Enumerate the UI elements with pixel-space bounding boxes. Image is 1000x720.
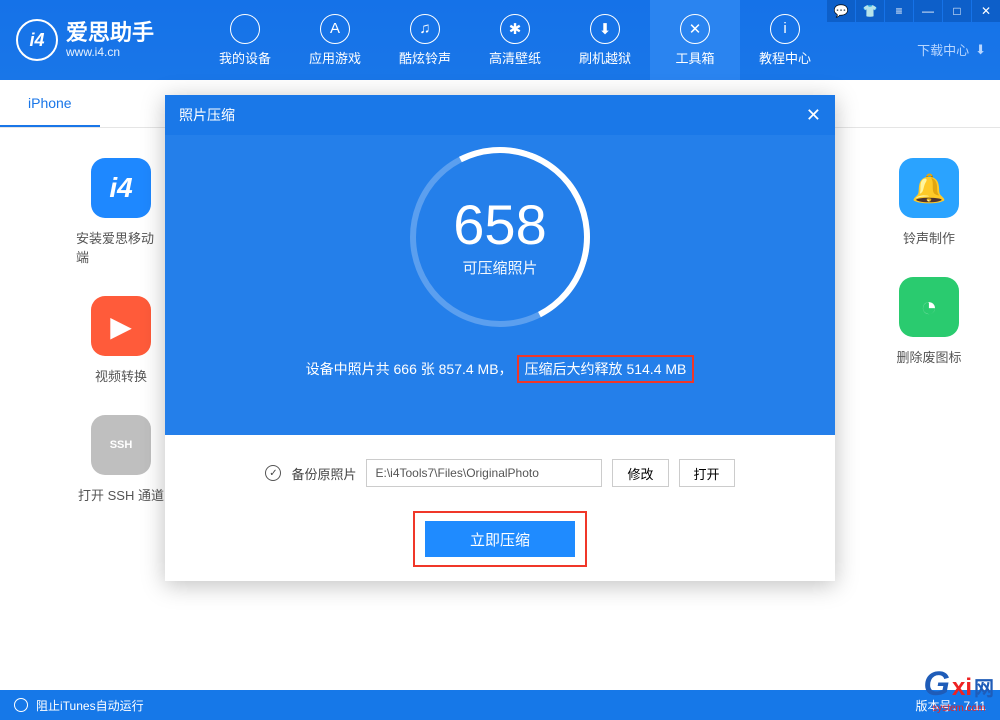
tool-install-mobile[interactable]: i4 安装爱思移动端 <box>76 158 166 266</box>
tool-video-convert[interactable]: ▶ 视频转换 <box>91 296 151 385</box>
status-text: 阻止iTunes自动运行 <box>36 697 144 714</box>
nav-apps[interactable]: A 应用游戏 <box>290 0 380 80</box>
modify-button[interactable]: 修改 <box>612 459 668 487</box>
backup-path-input[interactable] <box>366 459 602 487</box>
nav-label: 我的设备 <box>219 48 271 67</box>
nav-wallpaper[interactable]: ✱ 高清壁纸 <box>470 0 560 80</box>
watermark-xi: xi <box>952 675 972 701</box>
info-icon: i <box>770 14 800 44</box>
app-title: 爱思助手 <box>66 21 154 45</box>
apple-icon <box>230 14 260 44</box>
nav-toolbox[interactable]: ✕ 工具箱 <box>650 0 740 80</box>
nav-label: 高清壁纸 <box>489 48 541 67</box>
tab-iphone[interactable]: iPhone <box>0 80 100 127</box>
menu-icon[interactable]: ≡ <box>885 0 913 22</box>
compressible-label: 可压缩照片 <box>453 257 546 278</box>
summary-prefix: 设备中照片共 666 张 857.4 MB， <box>306 359 513 379</box>
nav-ringtones[interactable]: ♫ 酷炫铃声 <box>380 0 470 80</box>
tools-left-column: i4 安装爱思移动端 ▶ 视频转换 SSH 打开 SSH 通道 <box>76 158 166 504</box>
watermark-net: 网 <box>974 678 994 700</box>
check-icon[interactable]: ✓ <box>265 465 281 481</box>
i4-icon: i4 <box>91 158 151 218</box>
compress-now-button[interactable]: 立即压缩 <box>425 521 575 557</box>
download-icon: ⬇ <box>975 42 986 58</box>
play-icon: ▶ <box>91 296 151 356</box>
main-nav: 我的设备 A 应用游戏 ♫ 酷炫铃声 ✱ 高清壁纸 ⬇ 刷机越狱 ✕ 工具箱 i 教程中心 <box>200 0 830 80</box>
toggle-icon <box>14 698 28 712</box>
dialog-actions-panel: ✓ 备份原照片 修改 打开 立即压缩 <box>165 435 835 567</box>
backup-row: ✓ 备份原照片 修改 打开 <box>265 459 734 487</box>
dialog-title: 照片压缩 <box>179 105 235 125</box>
tool-label: 安装爱思移动端 <box>76 228 166 266</box>
tools-right-column: 🔔 铃声制作 ◔ 删除废图标 <box>884 158 974 366</box>
nav-my-device[interactable]: 我的设备 <box>200 0 290 80</box>
nav-label: 应用游戏 <box>309 48 361 67</box>
apps-icon: A <box>320 14 350 44</box>
compress-highlight: 立即压缩 <box>413 511 587 567</box>
minimize-button[interactable]: — <box>914 0 942 22</box>
photo-compress-dialog: 照片压缩 ✕ 658 可压缩照片 设备中照片共 666 张 857.4 MB， … <box>165 95 835 581</box>
tool-ssh[interactable]: SSH 打开 SSH 通道 <box>78 415 164 504</box>
backup-label: 备份原照片 <box>291 464 356 483</box>
nav-tutorials[interactable]: i 教程中心 <box>740 0 830 80</box>
nav-label: 酷炫铃声 <box>399 48 451 67</box>
dialog-close-button[interactable]: ✕ <box>806 105 821 126</box>
app-header: i4 爱思助手 www.i4.cn 我的设备 A 应用游戏 ♫ 酷炫铃声 ✱ 高清壁纸… <box>0 0 1000 80</box>
maximize-button[interactable]: □ <box>943 0 971 22</box>
music-icon: ♫ <box>410 14 440 44</box>
compressible-count: 658 <box>453 197 546 253</box>
nav-label: 刷机越狱 <box>579 48 631 67</box>
close-button[interactable]: ✕ <box>972 0 1000 22</box>
status-bar: 阻止iTunes自动运行 版本号：7.11 <box>0 690 1000 720</box>
tools-icon: ✕ <box>680 14 710 44</box>
skin-icon[interactable]: 👕 <box>856 0 884 22</box>
open-button[interactable]: 打开 <box>679 459 735 487</box>
app-subtitle: www.i4.cn <box>66 45 154 59</box>
tool-clean-icons[interactable]: ◔ 删除废图标 <box>896 277 961 366</box>
bell-icon: 🔔 <box>899 158 959 218</box>
summary-text: 设备中照片共 666 张 857.4 MB， 压缩后大约释放 514.4 MB <box>306 355 695 383</box>
nav-label: 工具箱 <box>675 48 714 67</box>
watermark-g: G <box>924 666 950 703</box>
chat-icon[interactable]: 💬 <box>827 0 855 22</box>
progress-circle: 658 可压缩照片 <box>410 147 590 327</box>
dialog-summary-panel: 658 可压缩照片 设备中照片共 666 张 857.4 MB， 压缩后大约释放… <box>165 135 835 435</box>
tool-label: 删除废图标 <box>896 347 961 366</box>
window-controls: 💬 👕 ≡ — □ ✕ <box>826 0 1000 22</box>
summary-highlight: 压缩后大约释放 514.4 MB <box>517 355 695 383</box>
nav-flash[interactable]: ⬇ 刷机越狱 <box>560 0 650 80</box>
status-left[interactable]: 阻止iTunes自动运行 <box>14 697 144 714</box>
nav-label: 教程中心 <box>759 48 811 67</box>
download-icon: ⬇ <box>590 14 620 44</box>
clean-icon: ◔ <box>899 277 959 337</box>
watermark: G xi 网 system.com <box>924 666 994 714</box>
tool-label: 视频转换 <box>95 366 147 385</box>
logo-icon: i4 <box>16 19 58 61</box>
tool-label: 打开 SSH 通道 <box>78 485 164 504</box>
dialog-header: 照片压缩 ✕ <box>165 95 835 135</box>
logo-area: i4 爱思助手 www.i4.cn <box>0 19 200 61</box>
tool-label: 铃声制作 <box>903 228 955 247</box>
download-center-link[interactable]: 下载中心 ⬇ <box>917 40 986 59</box>
wallpaper-icon: ✱ <box>500 14 530 44</box>
tool-ringtone-maker[interactable]: 🔔 铃声制作 <box>899 158 959 247</box>
download-center-label: 下载中心 <box>917 40 969 59</box>
watermark-sub: system.com <box>924 703 994 714</box>
ssh-icon: SSH <box>91 415 151 475</box>
